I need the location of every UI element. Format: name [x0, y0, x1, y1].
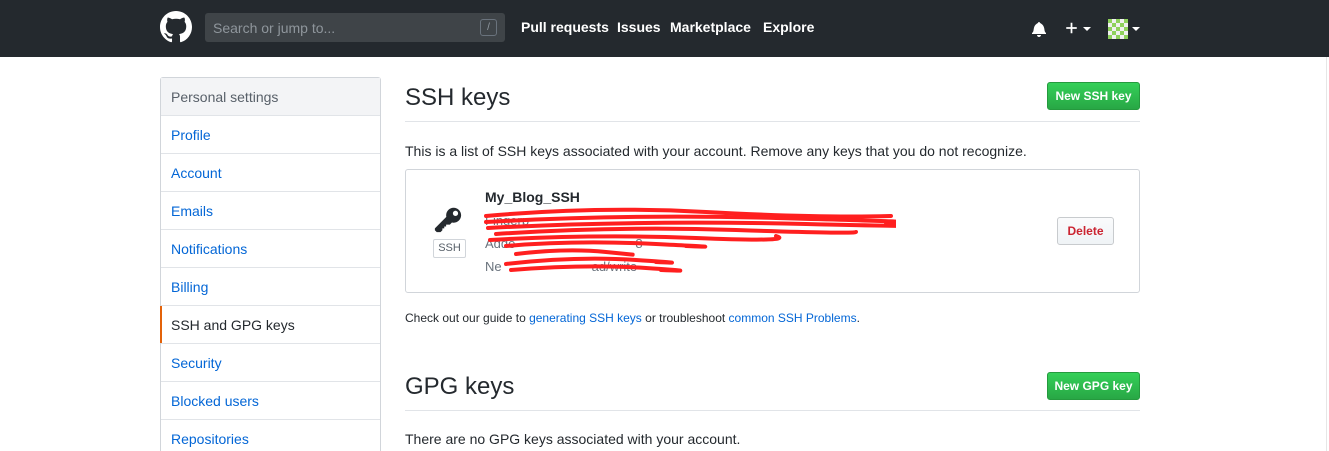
- scrollbar-track: [1326, 57, 1327, 451]
- nav-pull-requests[interactable]: Pull requests: [521, 19, 609, 35]
- chevron-down-icon: [1083, 27, 1091, 31]
- search-shortcut-key: /: [480, 19, 497, 36]
- nav-issues[interactable]: Issues: [617, 19, 661, 35]
- sidebar-heading: Personal settings: [161, 78, 380, 116]
- nav-explore[interactable]: Explore: [763, 19, 814, 35]
- chevron-down-icon: [1132, 27, 1140, 31]
- delete-ssh-key-button[interactable]: Delete: [1057, 217, 1114, 245]
- github-logo-icon[interactable]: [160, 11, 192, 43]
- top-header: / Pull requests Issues Marketplace Explo…: [0, 0, 1329, 57]
- sidebar-item-emails[interactable]: Emails: [161, 192, 380, 230]
- sidebar-item-notifications[interactable]: Notifications: [161, 230, 380, 268]
- key-icon: [434, 207, 462, 233]
- gpg-keys-title: GPG keys: [405, 373, 515, 400]
- ssh-key-list-item: SSH My_Blog_SSH Fingerp Adde 8 Ne ad/write…: [405, 169, 1140, 293]
- ssh-intro-text: This is a list of SSH keys associated wi…: [405, 143, 1027, 159]
- ssh-guide-text: Check out our guide to generating SSH ke…: [405, 311, 860, 325]
- bell-icon[interactable]: [1032, 21, 1046, 37]
- new-ssh-key-button[interactable]: New SSH key: [1047, 82, 1140, 110]
- sidebar-item-billing[interactable]: Billing: [161, 268, 380, 306]
- ssh-keys-title: SSH keys: [405, 84, 511, 111]
- sidebar-item-repositories[interactable]: Repositories: [161, 420, 380, 451]
- section-divider: [405, 121, 1140, 122]
- nav-marketplace[interactable]: Marketplace: [670, 19, 751, 35]
- redaction-scribble: [484, 207, 896, 273]
- settings-sidebar: Personal settings Profile Account Emails…: [160, 77, 381, 451]
- generating-ssh-keys-link[interactable]: generating SSH keys: [529, 311, 642, 325]
- no-gpg-keys-text: There are no GPG keys associated with yo…: [405, 431, 741, 447]
- sidebar-item-ssh-gpg-keys[interactable]: SSH and GPG keys: [160, 306, 380, 344]
- avatar: [1108, 19, 1128, 39]
- new-gpg-key-button[interactable]: New GPG key: [1047, 372, 1140, 400]
- sidebar-item-security[interactable]: Security: [161, 344, 380, 382]
- common-ssh-problems-link[interactable]: common SSH Problems: [729, 311, 857, 325]
- search-box[interactable]: /: [205, 13, 505, 42]
- search-input[interactable]: [205, 13, 475, 42]
- ssh-type-label: SSH: [433, 239, 466, 258]
- section-divider: [405, 410, 1140, 411]
- plus-icon: [1066, 22, 1077, 34]
- sidebar-item-blocked-users[interactable]: Blocked users: [161, 382, 380, 420]
- sidebar-item-account[interactable]: Account: [161, 154, 380, 192]
- sidebar-item-profile[interactable]: Profile: [161, 116, 380, 154]
